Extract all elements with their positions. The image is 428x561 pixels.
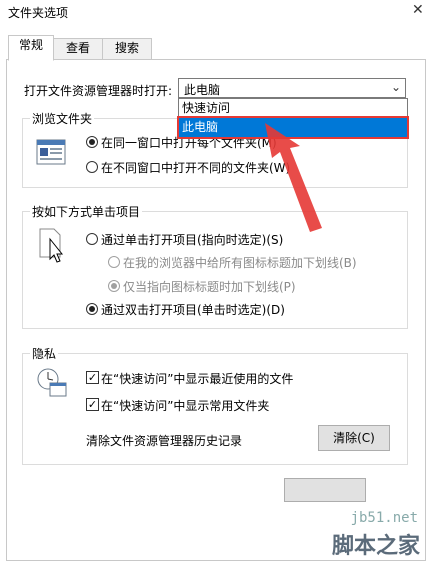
watermark-url: jb51.net <box>350 510 418 526</box>
privacy-clock-icon <box>37 368 67 397</box>
frequent-folders-label: 在“快速访问”中显示常用文件夹 <box>101 399 270 413</box>
watermark-logo: 脚本之家 <box>331 534 420 559</box>
check-recent-files[interactable]: ✓ <box>86 371 99 384</box>
double-click-label: 通过双击打开项目(单击时选定)(D) <box>101 303 285 317</box>
underline-all-label: 在我的浏览器中给所有图标标题加下划线(B) <box>123 256 357 270</box>
recent-files-label: 在“快速访问”中显示最近使用的文件 <box>101 372 294 386</box>
tab-view[interactable]: 查看 <box>53 38 103 60</box>
open-explorer-select[interactable]: 此电脑 ⌄ <box>178 78 406 98</box>
privacy-legend: 隐私 <box>30 345 59 362</box>
underline-hover-label: 仅当指向图标标题时加下划线(P) <box>123 280 296 294</box>
single-click-label: 通过单击打开项目(指向时选定)(S) <box>101 233 284 247</box>
open-explorer-label: 打开文件资源管理器时打开: <box>24 84 173 98</box>
radio-different-window[interactable] <box>86 161 98 173</box>
annotation-arrow-icon <box>265 123 322 232</box>
clear-button[interactable]: 清除(C) <box>318 425 390 451</box>
radio-double-click[interactable] <box>86 303 98 315</box>
open-explorer-value: 此电脑 <box>184 83 221 97</box>
radio-underline-hover[interactable] <box>108 280 120 292</box>
radio-single-click[interactable] <box>86 233 98 245</box>
restore-defaults-button[interactable] <box>284 478 366 502</box>
click-items-legend: 按如下方式单击项目 <box>30 203 143 220</box>
option-quick-access[interactable]: 快速访问 <box>179 99 407 118</box>
chevron-down-icon: ⌄ <box>390 80 401 94</box>
close-icon[interactable]: ✕ <box>412 2 424 18</box>
clear-history-label: 清除文件资源管理器历史记录 <box>86 434 243 448</box>
browse-folders-legend: 浏览文件夹 <box>30 110 95 127</box>
window-title: 文件夹选项 <box>8 6 69 20</box>
radio-same-window[interactable] <box>86 136 98 148</box>
check-frequent-folders[interactable]: ✓ <box>86 398 99 411</box>
tab-general[interactable]: 常规 <box>8 35 54 61</box>
tab-search[interactable]: 搜索 <box>102 38 152 60</box>
cursor-document-icon <box>39 228 64 263</box>
radio-underline-all[interactable] <box>108 256 120 268</box>
folder-window-icon <box>36 139 66 165</box>
